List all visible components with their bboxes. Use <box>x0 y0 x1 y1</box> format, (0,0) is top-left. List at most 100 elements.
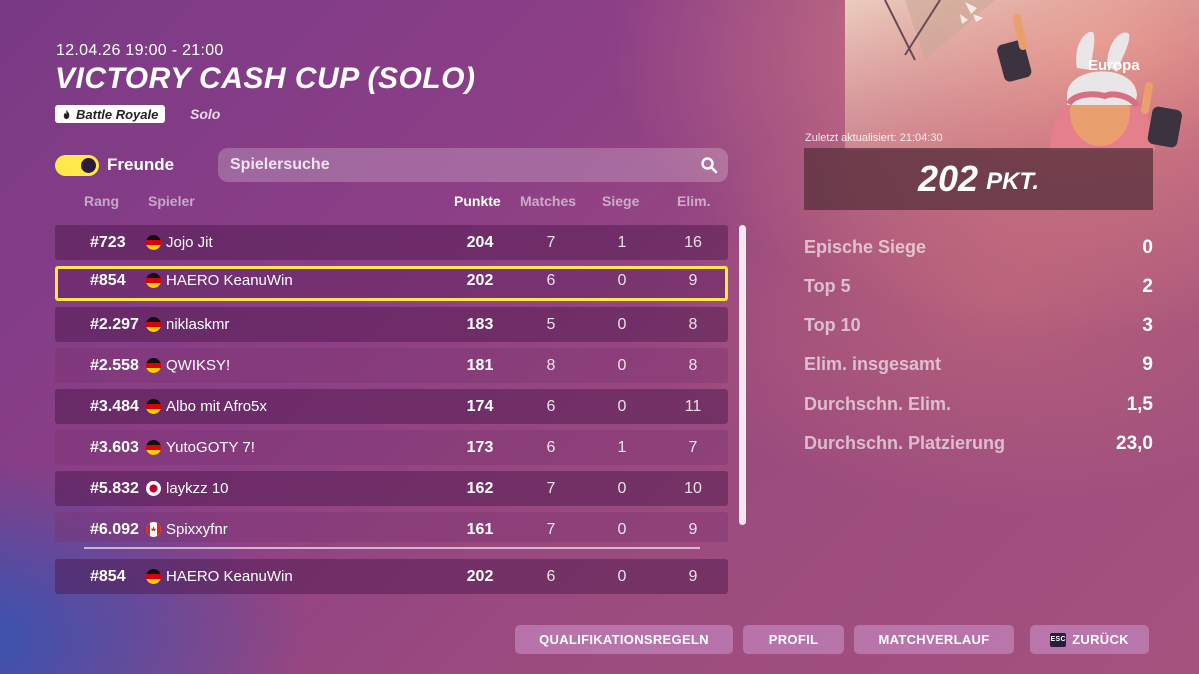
row-elims: 11 <box>684 397 702 415</box>
row-wins: 0 <box>617 479 627 497</box>
row-points: 162 <box>466 479 494 497</box>
back-button[interactable]: ESC ZURÜCK <box>1030 625 1149 654</box>
region-label: Europa <box>1088 57 1140 74</box>
row-wins: 0 <box>617 567 627 585</box>
leaderboard-row[interactable]: #723 Jojo Jit 204 7 1 16 <box>55 225 728 260</box>
stat-label-top5: Top 5 <box>804 276 851 296</box>
pinned-row-divider <box>84 547 700 549</box>
row-wins: 1 <box>617 438 627 456</box>
stat-label-avg-elims: Durchschn. Elim. <box>804 394 952 414</box>
row-elims: 8 <box>688 315 698 333</box>
row-rank: #723 <box>90 233 126 251</box>
leaderboard-row-selected[interactable]: #854 HAERO KeanuWin 202 6 0 9 <box>55 266 728 301</box>
row-rank: #854 <box>90 567 126 585</box>
row-player-name: laykzz 10 <box>166 480 229 497</box>
row-points: 183 <box>466 315 494 333</box>
row-rank: #854 <box>90 271 126 289</box>
row-elims: 8 <box>688 356 698 374</box>
back-button-label: ZURÜCK <box>1072 632 1129 647</box>
event-datetime: 12.04.26 19:00 - 21:00 <box>56 42 224 59</box>
row-wins: 0 <box>617 520 627 538</box>
row-player-name: QWIKSY! <box>166 357 231 374</box>
row-wins: 1 <box>617 233 627 251</box>
row-elims: 10 <box>684 479 702 497</box>
row-matches: 6 <box>546 438 556 456</box>
row-rank: #2.297 <box>90 315 139 333</box>
scrollbar-thumb[interactable] <box>739 225 746 525</box>
leaderboard-row[interactable]: #3.484 Albo mit Afro5x 174 6 0 11 <box>55 389 728 424</box>
row-points: 202 <box>466 567 494 585</box>
leaderboard-row[interactable]: #2.558 QWIKSY! 181 8 0 8 <box>55 348 728 383</box>
player-search-input[interactable] <box>228 155 700 175</box>
row-elims: 16 <box>684 233 702 251</box>
my-leaderboard-row[interactable]: #854 HAERO KeanuWin 202 6 0 9 <box>55 559 728 594</box>
row-matches: 7 <box>546 520 556 538</box>
friends-toggle[interactable] <box>55 155 99 176</box>
row-rank: #3.484 <box>90 397 139 415</box>
match-history-button[interactable]: MATCHVERLAUF <box>854 625 1014 654</box>
esc-key-icon: ESC <box>1050 632 1067 647</box>
row-player-name: HAERO KeanuWin <box>166 568 293 585</box>
search-icon[interactable] <box>700 156 718 174</box>
row-matches: 8 <box>546 356 556 374</box>
germany-flag-icon <box>146 569 161 584</box>
row-matches: 5 <box>546 315 556 333</box>
germany-flag-icon <box>146 273 161 288</box>
profile-button[interactable]: PROFIL <box>743 625 844 654</box>
germany-flag-icon <box>146 317 161 332</box>
score-value: 202 <box>918 158 979 199</box>
row-wins: 0 <box>617 315 627 333</box>
germany-flag-icon <box>146 399 161 414</box>
mode-badge: Battle Royale <box>55 105 166 123</box>
stat-label-top10: Top 10 <box>804 315 861 335</box>
last-updated: Zuletzt aktualisiert: 21:04:30 <box>805 132 943 144</box>
japan-flag-icon <box>146 481 161 496</box>
row-player-name: Albo mit Afro5x <box>166 398 267 415</box>
friends-label: Freunde <box>107 155 175 174</box>
row-matches: 7 <box>546 479 556 497</box>
row-matches: 6 <box>546 567 556 585</box>
player-search-bar <box>218 148 728 182</box>
column-header-points: Punkte <box>454 193 501 209</box>
row-matches: 6 <box>546 271 556 289</box>
toggle-knob <box>81 158 96 173</box>
score-unit: PKT. <box>986 168 1039 195</box>
row-wins: 0 <box>617 397 627 415</box>
row-points: 174 <box>466 397 494 415</box>
germany-flag-icon <box>146 235 161 250</box>
row-player-name: Spixxyfnr <box>166 521 228 538</box>
row-wins: 0 <box>617 271 627 289</box>
germany-flag-icon <box>146 358 161 373</box>
row-rank: #6.092 <box>90 520 139 538</box>
column-header-elims: Elim. <box>677 193 711 209</box>
column-header-wins: Siege <box>602 193 640 209</box>
stat-value-top5: 2 <box>1142 276 1153 297</box>
row-player-name: YutoGOTY 7! <box>166 439 255 456</box>
row-elims: 9 <box>688 567 698 585</box>
leaderboard-row[interactable]: #2.297 niklaskmr 183 5 0 8 <box>55 307 728 342</box>
leaderboard-row[interactable]: #3.603 YutoGOTY 7! 173 6 1 7 <box>55 430 728 465</box>
germany-flag-icon <box>146 440 161 455</box>
row-player-name: HAERO KeanuWin <box>166 272 293 289</box>
row-points: 173 <box>466 438 494 456</box>
leaderboard-scrollbar[interactable] <box>739 225 746 525</box>
stat-value-avg-placement: 23,0 <box>1116 433 1153 454</box>
stat-value-top10: 3 <box>1142 315 1153 336</box>
leaderboard-row[interactable]: #6.092 Spixxyfnr 161 7 0 9 <box>55 512 728 542</box>
stat-value-epic-wins: 0 <box>1142 237 1153 258</box>
row-points: 202 <box>466 271 494 289</box>
stat-label-total-elims: Elim. insgesamt <box>804 354 942 374</box>
mode-subtitle: Solo <box>190 106 221 122</box>
score-box: 202 PKT. <box>804 148 1153 210</box>
column-header-matches: Matches <box>520 193 577 209</box>
row-elims: 7 <box>688 438 698 456</box>
qualification-rules-button[interactable]: QUALIFIKATIONSREGELN <box>515 625 733 654</box>
event-title: VICTORY CASH CUP (SOLO) <box>55 62 476 95</box>
row-player-name: niklaskmr <box>166 316 230 333</box>
character-artwork <box>845 0 1199 150</box>
row-rank: #5.832 <box>90 479 139 497</box>
column-header-rank: Rang <box>84 193 119 209</box>
row-points: 204 <box>466 233 494 251</box>
row-elims: 9 <box>688 271 698 289</box>
leaderboard-row[interactable]: #5.832 laykzz 10 162 7 0 10 <box>55 471 728 506</box>
